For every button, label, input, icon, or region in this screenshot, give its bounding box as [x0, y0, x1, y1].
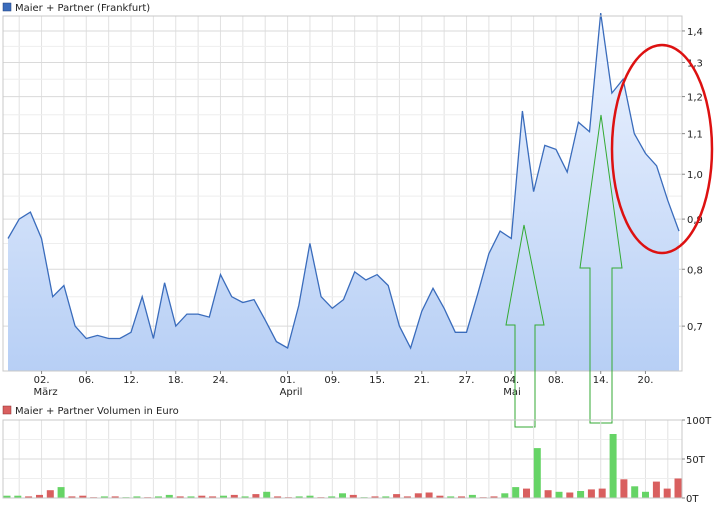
volume-bar — [512, 487, 520, 498]
volume-bar — [587, 489, 595, 498]
volume-bar — [620, 479, 628, 498]
volume-bar — [652, 481, 660, 498]
price-y-tick-label: 1,0 — [687, 170, 703, 181]
price-x-tick-label: 14. — [593, 375, 609, 386]
price-x-month-label: März — [34, 387, 58, 398]
price-x-tick-label: 02. — [34, 375, 50, 386]
volume-bar — [46, 490, 54, 498]
stock-chart: Maier + Partner (Frankfurt) 1,41,31,21,1… — [2, 2, 714, 505]
volume-bar — [598, 488, 606, 498]
price-x-tick-label: 08. — [548, 375, 564, 386]
price-y-ticks: 1,41,31,21,11,00,90,80,7 — [682, 27, 703, 333]
volume-bar — [523, 488, 530, 498]
volume-bars — [3, 434, 682, 498]
volume-bar — [674, 478, 682, 498]
price-panel: Maier + Partner (Frankfurt) 1,41,31,21,1… — [2, 2, 703, 398]
price-y-tick-label: 0,8 — [687, 265, 703, 276]
volume-bar — [544, 490, 552, 498]
volume-bar — [393, 494, 401, 498]
volume-bar — [414, 493, 422, 498]
price-x-tick-label: 01. — [280, 375, 296, 386]
volume-bar — [577, 491, 585, 498]
volume-y-tick-label: 50T — [686, 455, 706, 466]
price-x-tick-label: 24. — [213, 375, 229, 386]
price-y-tick-label: 1,2 — [687, 93, 703, 104]
price-legend-swatch — [2, 2, 12, 12]
volume-bar — [642, 491, 649, 498]
price-x-month-label: April — [280, 387, 303, 398]
volume-bar — [663, 488, 671, 498]
volume-y-ticks: 100T 50T 0T — [682, 416, 712, 505]
volume-gridlines — [3, 419, 682, 499]
price-x-tick-label: 09. — [324, 375, 340, 386]
volume-y-tick-label: 0T — [686, 494, 699, 505]
volume-bar — [533, 448, 541, 498]
volume-bar — [609, 434, 617, 498]
price-x-tick-label: 20. — [637, 375, 653, 386]
volume-legend-label: Maier + Partner Volumen in Euro — [15, 406, 179, 417]
price-x-month-label: Mai — [503, 387, 521, 398]
price-x-tick-label: 04. — [503, 375, 519, 386]
volume-bar — [631, 486, 639, 498]
volume-bar — [252, 494, 260, 498]
volume-y-tick-label: 100T — [686, 416, 712, 427]
volume-bar — [425, 492, 433, 498]
volume-bar — [339, 493, 346, 498]
price-x-tick-label: 21. — [414, 375, 430, 386]
volume-legend-swatch — [2, 405, 12, 415]
price-x-tick-label: 15. — [369, 375, 385, 386]
volume-bar — [555, 491, 563, 498]
price-y-tick-label: 1,1 — [687, 130, 703, 141]
price-x-tick-label: 18. — [168, 375, 184, 386]
price-x-tick-label: 27. — [459, 375, 475, 386]
price-y-tick-label: 1,4 — [687, 27, 703, 38]
price-x-tick-label: 12. — [123, 375, 139, 386]
volume-bar — [263, 491, 271, 498]
price-legend-label: Maier + Partner (Frankfurt) — [15, 3, 150, 14]
price-x-ticks: 02.März 06. 12. 18. 24. 01.April 09. 15. 21. 27. 0… — [34, 371, 653, 398]
price-x-tick-label: 06. — [78, 375, 94, 386]
volume-bar — [501, 493, 509, 498]
volume-bar — [57, 487, 65, 498]
price-y-tick-label: 0,7 — [687, 322, 703, 333]
volume-bar — [566, 492, 574, 498]
volume-panel: Maier + Partner Volumen in Euro 100T 50T 0… — [2, 405, 712, 505]
